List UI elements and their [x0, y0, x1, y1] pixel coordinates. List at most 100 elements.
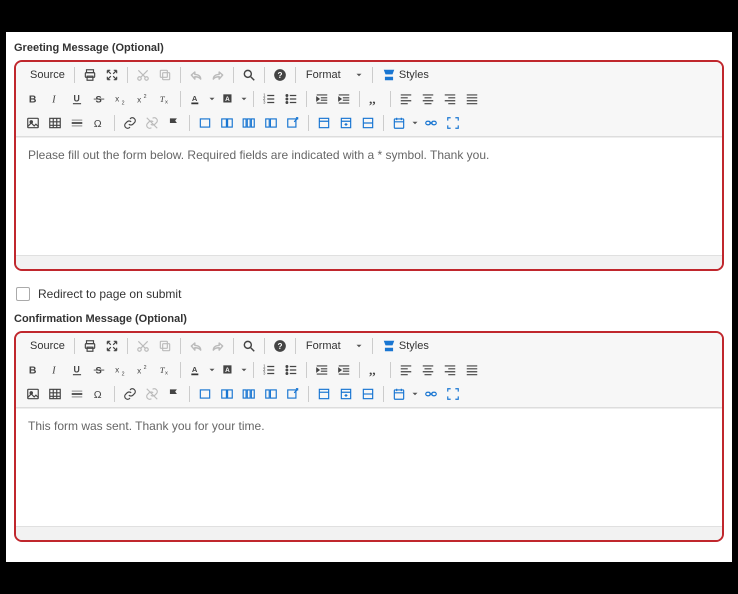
bullet-list-button[interactable] [280, 89, 302, 109]
layout-2col-button[interactable] [216, 113, 238, 133]
calendar-button[interactable] [388, 113, 410, 133]
chevron-down-icon[interactable] [239, 94, 249, 104]
chevron-down-icon[interactable] [410, 389, 420, 399]
cut-button[interactable] [132, 336, 154, 356]
confirmation-content[interactable]: This form was sent. Thank you for your t… [16, 408, 722, 526]
widget-2-button[interactable] [335, 113, 357, 133]
redo-button[interactable] [207, 336, 229, 356]
anchor-button[interactable] [163, 384, 185, 404]
table-button[interactable] [44, 384, 66, 404]
widget-3-button[interactable] [357, 384, 379, 404]
subscript-button[interactable]: x2 [110, 89, 132, 109]
layout-sidebar-button[interactable] [260, 384, 282, 404]
bg-color-button[interactable]: A [217, 360, 239, 380]
greeting-content[interactable]: Please fill out the form below. Required… [16, 137, 722, 255]
remove-format-button[interactable]: Tx [154, 360, 176, 380]
special-char-button[interactable]: Ω [88, 113, 110, 133]
bullet-list-button[interactable] [280, 360, 302, 380]
hr-button[interactable] [66, 384, 88, 404]
align-right-button[interactable] [439, 89, 461, 109]
unlink-button[interactable] [141, 113, 163, 133]
bold-button[interactable]: B [22, 360, 44, 380]
styles-button[interactable]: Styles [377, 65, 434, 85]
chevron-down-icon[interactable] [239, 365, 249, 375]
expand-widget-button[interactable] [442, 384, 464, 404]
calendar-button[interactable] [388, 384, 410, 404]
layout-3col-button[interactable] [238, 384, 260, 404]
link-widget-button[interactable] [420, 113, 442, 133]
align-right-button[interactable] [439, 360, 461, 380]
blockquote-button[interactable]: ,, [364, 360, 386, 380]
table-button[interactable] [44, 113, 66, 133]
print-button[interactable] [79, 65, 101, 85]
help-button[interactable]: ? [269, 65, 291, 85]
align-justify-button[interactable] [461, 360, 483, 380]
outdent-button[interactable] [311, 360, 333, 380]
align-center-button[interactable] [417, 360, 439, 380]
source-button[interactable]: Source [22, 65, 70, 85]
image-button[interactable] [22, 113, 44, 133]
print-button[interactable] [79, 336, 101, 356]
widget-1-button[interactable] [313, 113, 335, 133]
remove-format-button[interactable]: Tx [154, 89, 176, 109]
expand-widget-button[interactable] [442, 113, 464, 133]
cut-button[interactable] [132, 65, 154, 85]
copy-button[interactable] [154, 336, 176, 356]
maximize-button[interactable] [101, 336, 123, 356]
chevron-down-icon[interactable] [207, 365, 217, 375]
italic-button[interactable]: I [44, 89, 66, 109]
superscript-button[interactable]: x2 [132, 360, 154, 380]
undo-button[interactable] [185, 65, 207, 85]
widget-3-button[interactable] [357, 113, 379, 133]
maximize-button[interactable] [101, 65, 123, 85]
anchor-button[interactable] [163, 113, 185, 133]
image-button[interactable] [22, 384, 44, 404]
layout-edit-button[interactable] [282, 113, 304, 133]
italic-button[interactable]: I [44, 360, 66, 380]
layout-3col-button[interactable] [238, 113, 260, 133]
layout-sidebar-button[interactable] [260, 113, 282, 133]
widget-1-button[interactable] [313, 384, 335, 404]
blockquote-button[interactable]: ,, [364, 89, 386, 109]
align-left-button[interactable] [395, 360, 417, 380]
underline-button[interactable]: U [66, 360, 88, 380]
undo-button[interactable] [185, 336, 207, 356]
numbered-list-button[interactable]: 123 [258, 360, 280, 380]
source-button[interactable]: Source [22, 336, 70, 356]
layout-edit-button[interactable] [282, 384, 304, 404]
chevron-down-icon[interactable] [410, 118, 420, 128]
widget-2-button[interactable] [335, 384, 357, 404]
indent-button[interactable] [333, 360, 355, 380]
link-button[interactable] [119, 113, 141, 133]
layout-2col-button[interactable] [216, 384, 238, 404]
superscript-button[interactable]: x2 [132, 89, 154, 109]
align-left-button[interactable] [395, 89, 417, 109]
numbered-list-button[interactable]: 123 [258, 89, 280, 109]
help-button[interactable]: ? [269, 336, 291, 356]
format-dropdown[interactable]: Format [300, 336, 368, 356]
text-color-button[interactable]: A [185, 360, 207, 380]
copy-button[interactable] [154, 65, 176, 85]
styles-button[interactable]: Styles [377, 336, 434, 356]
strike-button[interactable]: S [88, 89, 110, 109]
redo-button[interactable] [207, 65, 229, 85]
bold-button[interactable]: B [22, 89, 44, 109]
link-widget-button[interactable] [420, 384, 442, 404]
special-char-button[interactable]: Ω [88, 384, 110, 404]
chevron-down-icon[interactable] [207, 94, 217, 104]
underline-button[interactable]: U [66, 89, 88, 109]
hr-button[interactable] [66, 113, 88, 133]
layout-1col-button[interactable] [194, 384, 216, 404]
text-color-button[interactable]: A [185, 89, 207, 109]
outdent-button[interactable] [311, 89, 333, 109]
find-button[interactable] [238, 65, 260, 85]
bg-color-button[interactable]: A [217, 89, 239, 109]
align-center-button[interactable] [417, 89, 439, 109]
align-justify-button[interactable] [461, 89, 483, 109]
link-button[interactable] [119, 384, 141, 404]
redirect-checkbox[interactable] [16, 287, 30, 301]
strike-button[interactable]: S [88, 360, 110, 380]
find-button[interactable] [238, 336, 260, 356]
format-dropdown[interactable]: Format [300, 65, 368, 85]
indent-button[interactable] [333, 89, 355, 109]
